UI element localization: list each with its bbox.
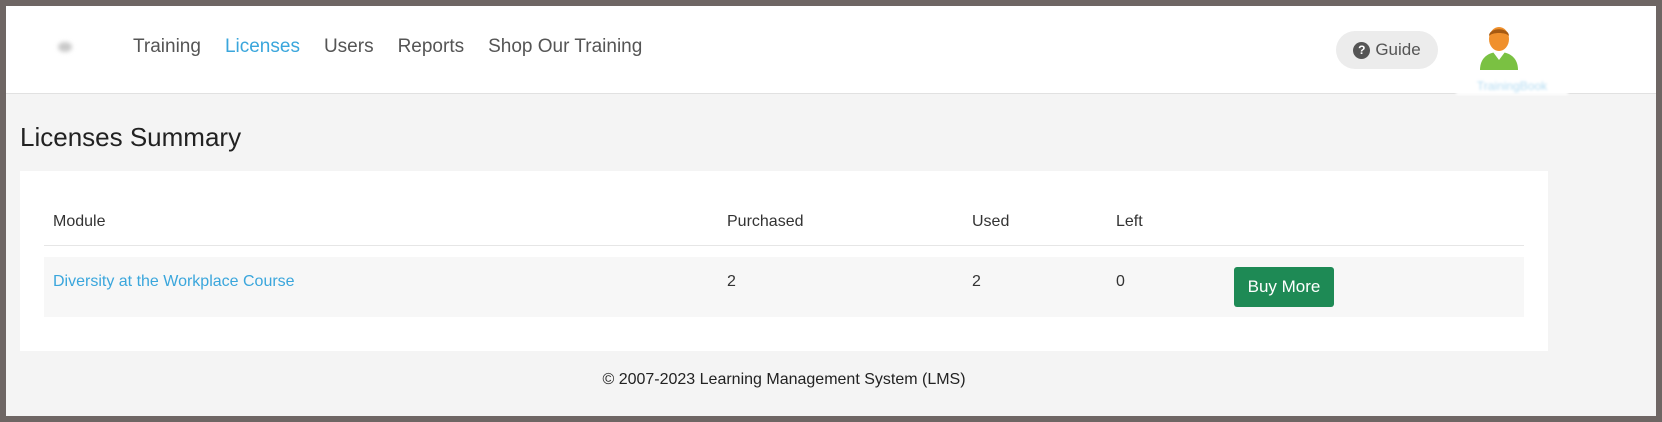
main-nav: Training Licenses Users Reports Shop Our… bbox=[133, 36, 666, 58]
app-window: Training Licenses Users Reports Shop Our… bbox=[6, 6, 1656, 416]
user-name-link[interactable]: TrainingBook bbox=[1456, 77, 1568, 95]
column-header-used: Used bbox=[972, 213, 1010, 230]
nav-item-users[interactable]: Users bbox=[324, 36, 374, 58]
purchased-cell: 2 bbox=[727, 273, 736, 290]
top-navbar: Training Licenses Users Reports Shop Our… bbox=[6, 6, 1656, 95]
nav-item-training[interactable]: Training bbox=[133, 36, 201, 58]
nav-item-reports[interactable]: Reports bbox=[398, 36, 465, 58]
licenses-card: Module Purchased Used Left Diversity at … bbox=[20, 171, 1548, 351]
left-cell: 0 bbox=[1116, 273, 1125, 290]
buy-more-button[interactable]: Buy More bbox=[1234, 267, 1334, 307]
nav-item-licenses[interactable]: Licenses bbox=[225, 36, 300, 58]
licenses-table: Module Purchased Used Left Diversity at … bbox=[44, 201, 1524, 317]
page-title: Licenses Summary bbox=[20, 122, 242, 152]
column-header-module: Module bbox=[53, 213, 106, 230]
table-header: Module Purchased Used Left bbox=[44, 201, 1524, 246]
guide-label: Guide bbox=[1375, 40, 1421, 59]
table-row: Diversity at the Workplace Course 2 2 0 … bbox=[44, 257, 1524, 317]
column-header-left: Left bbox=[1116, 213, 1143, 230]
guide-button[interactable]: ? Guide bbox=[1336, 31, 1438, 69]
module-link[interactable]: Diversity at the Workplace Course bbox=[53, 273, 295, 291]
column-header-purchased: Purchased bbox=[727, 213, 804, 230]
footer-copyright: © 2007-2023 Learning Management System (… bbox=[602, 371, 966, 388]
logo[interactable] bbox=[58, 42, 72, 52]
user-avatar-icon[interactable] bbox=[1476, 24, 1522, 70]
used-cell: 2 bbox=[972, 273, 981, 290]
nav-item-shop-our-training[interactable]: Shop Our Training bbox=[488, 36, 642, 58]
question-circle-icon: ? bbox=[1353, 41, 1371, 59]
